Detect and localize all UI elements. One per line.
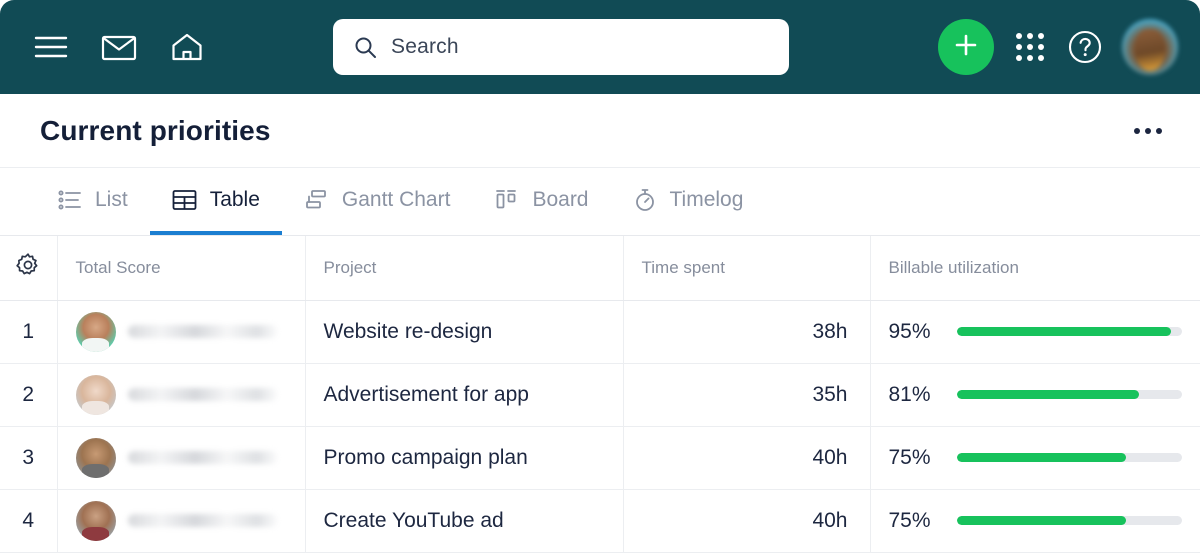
user-avatar[interactable]: [1122, 19, 1178, 75]
utilization-progress-bar: [956, 390, 1182, 399]
plus-icon: [951, 30, 981, 65]
avatar: [75, 311, 116, 352]
table-icon: [172, 189, 197, 211]
table-row[interactable]: 2 Advertisement for app 35h 81%: [0, 363, 1200, 427]
tab-board[interactable]: Board: [472, 168, 610, 235]
utilization-percent-label: 75%: [888, 445, 931, 469]
gear-icon: [15, 252, 41, 278]
utilization-progress-bar: [956, 516, 1182, 525]
row-time-spent: 40h: [623, 426, 871, 490]
utilization-progress-bar: [956, 453, 1182, 462]
table-row[interactable]: 3 Promo campaign plan 40h 75%: [0, 426, 1200, 490]
assignee-name-redacted: [127, 388, 278, 401]
row-billable-utilization: 75%: [870, 426, 1200, 490]
utilization-progress-fill: [956, 327, 1171, 336]
tab-label-timelog: Timelog: [669, 187, 744, 211]
avatar: [75, 500, 116, 541]
search-container: Search: [210, 19, 912, 75]
search-input[interactable]: Search: [333, 19, 789, 75]
row-billable-utilization: 75%: [870, 489, 1200, 553]
row-index: 2: [0, 363, 58, 427]
row-assignee-cell[interactable]: [57, 363, 306, 427]
row-index: 1: [0, 300, 58, 364]
utilization-progress-fill: [956, 390, 1140, 399]
row-time-spent: 40h: [623, 489, 871, 553]
search-placeholder-text: Search: [391, 35, 459, 58]
priorities-table: Total Score Project Time spent Billable …: [0, 236, 1200, 553]
row-billable-utilization: 95%: [870, 300, 1200, 364]
row-project-name[interactable]: Create YouTube ad: [305, 489, 624, 553]
tab-table[interactable]: Table: [149, 168, 282, 235]
apps-grid-icon[interactable]: [1012, 29, 1048, 65]
column-header-project[interactable]: Project: [305, 236, 624, 301]
utilization-percent-label: 81%: [888, 382, 931, 406]
tab-label-table: Table: [209, 187, 260, 211]
more-options-icon[interactable]: [1124, 118, 1172, 144]
row-index: 3: [0, 426, 58, 490]
view-tabs: List Table Gantt Chart Board Timelog: [0, 168, 1200, 236]
add-button[interactable]: [938, 19, 994, 75]
tab-timelog[interactable]: Timelog: [611, 168, 766, 235]
row-assignee-cell[interactable]: [57, 426, 306, 490]
column-header-total-score[interactable]: Total Score: [57, 236, 306, 301]
tab-label-list: List: [95, 187, 128, 211]
table-body: 1 Website re-design 38h 95% 2 Advertisem…: [0, 300, 1200, 553]
avatar: [75, 437, 116, 478]
table-row[interactable]: 4 Create YouTube ad 40h 75%: [0, 489, 1200, 553]
column-header-time-spent[interactable]: Time spent: [623, 236, 871, 301]
assignee-name-redacted: [127, 514, 278, 527]
search-icon: [353, 35, 377, 59]
utilization-progress-bar: [956, 327, 1182, 336]
stopwatch-icon: [633, 188, 657, 212]
table-settings-button[interactable]: [0, 236, 58, 301]
board-icon: [494, 189, 519, 211]
column-header-billable-utilization[interactable]: Billable utilization: [870, 236, 1200, 301]
row-time-spent: 35h: [623, 363, 871, 427]
tab-list[interactable]: List: [36, 168, 150, 235]
row-index: 4: [0, 489, 58, 553]
row-project-name[interactable]: Advertisement for app: [305, 363, 624, 427]
top-navigation-bar: Search: [0, 0, 1200, 94]
hamburger-menu-icon[interactable]: [28, 24, 74, 70]
utilization-progress-fill: [956, 516, 1126, 525]
table-row[interactable]: 1 Website re-design 38h 95%: [0, 300, 1200, 364]
row-project-name[interactable]: Website re-design: [305, 300, 624, 364]
utilization-progress-fill: [956, 453, 1126, 462]
utilization-percent-label: 75%: [888, 508, 931, 532]
table-header-row: Total Score Project Time spent Billable …: [0, 236, 1200, 301]
row-project-name[interactable]: Promo campaign plan: [305, 426, 624, 490]
help-circle-icon[interactable]: [1066, 28, 1104, 66]
assignee-name-redacted: [127, 451, 278, 464]
row-assignee-cell[interactable]: [57, 300, 306, 364]
gantt-icon: [304, 189, 329, 211]
page-header: Current priorities: [0, 94, 1200, 168]
mail-icon[interactable]: [96, 24, 142, 70]
row-assignee-cell[interactable]: [57, 489, 306, 553]
page-title: Current priorities: [40, 114, 271, 146]
tab-gantt-chart[interactable]: Gantt Chart: [282, 168, 473, 235]
assignee-name-redacted: [127, 325, 278, 338]
row-time-spent: 38h: [623, 300, 871, 364]
tab-label-board: Board: [532, 187, 589, 211]
avatar: [75, 374, 116, 415]
tab-label-gantt-chart: Gantt Chart: [341, 187, 451, 211]
row-billable-utilization: 81%: [870, 363, 1200, 427]
list-icon: [58, 189, 82, 211]
home-icon[interactable]: [164, 24, 210, 70]
topbar-actions: [938, 19, 1178, 75]
utilization-percent-label: 95%: [888, 319, 931, 343]
